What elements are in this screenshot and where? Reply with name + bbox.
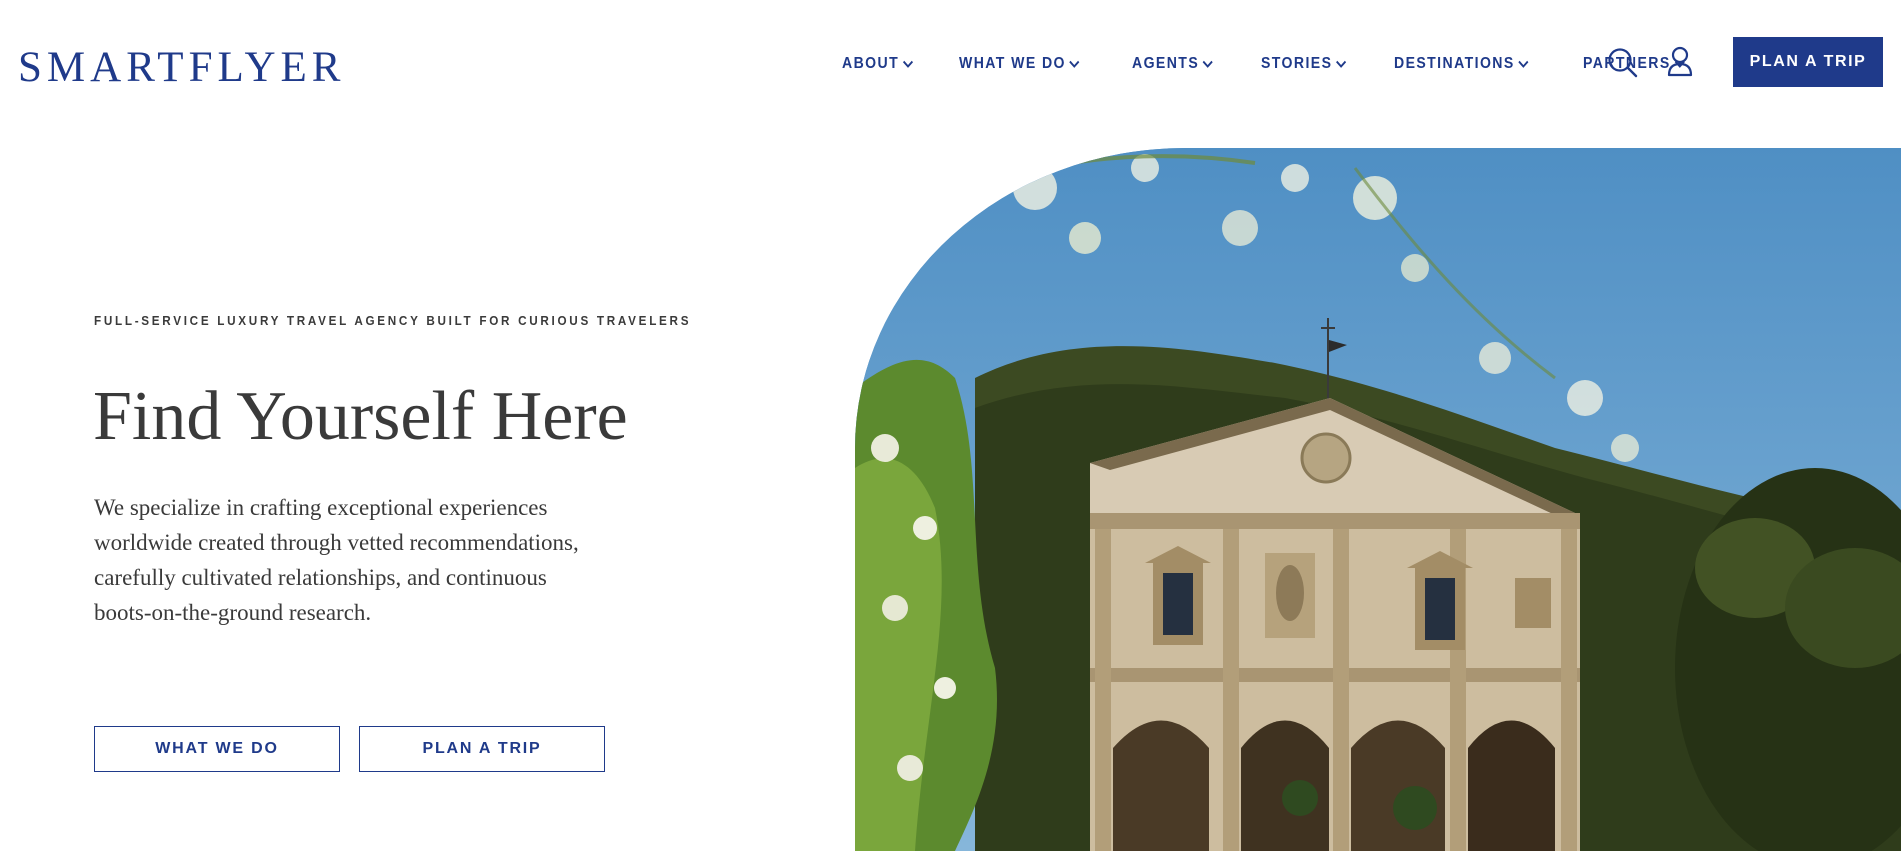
plan-a-trip-button[interactable]: PLAN A TRIP (1733, 37, 1883, 87)
main-nav: ABOUT WHAT WE DO AGENTS STORIES DESTINAT… (842, 55, 1735, 73)
nav-item-about[interactable]: ABOUT (842, 55, 913, 73)
hero-eyebrow: FULL-SERVICE LUXURY TRAVEL AGENCY BUILT … (94, 313, 692, 328)
nav-item-what-we-do[interactable]: WHAT WE DO (959, 55, 1080, 73)
chevron-down-icon (1069, 60, 1080, 68)
logo[interactable]: SMARTFLYER (18, 46, 345, 89)
nav-item-label: ABOUT (842, 55, 900, 72)
site-header: SMARTFLYER ABOUT WHAT WE DO AGENTS STORI… (0, 0, 1901, 125)
search-icon[interactable] (1607, 47, 1639, 84)
chevron-down-icon (1335, 60, 1347, 68)
nav-item-stories[interactable]: STORIES (1261, 55, 1346, 73)
user-icon[interactable] (1666, 46, 1694, 83)
hero-description: We specialize in crafting exceptional ex… (94, 495, 579, 625)
hero-title: Find Yourself Here (93, 378, 628, 455)
nav-item-agents[interactable]: AGENTS (1132, 55, 1214, 73)
villa-illustration (855, 148, 1901, 851)
plan-a-trip-secondary-button[interactable]: PLAN A TRIP (359, 726, 605, 772)
hero-image (855, 148, 1901, 851)
nav-item-destinations[interactable]: DESTINATIONS (1394, 55, 1529, 73)
nav-item-label: STORIES (1260, 55, 1333, 72)
what-we-do-button[interactable]: WHAT WE DO (94, 726, 340, 772)
nav-item-label: WHAT WE DO (958, 55, 1066, 72)
chevron-down-icon (1518, 60, 1529, 68)
nav-item-label: AGENTS (1132, 55, 1200, 72)
chevron-down-icon (902, 60, 914, 68)
nav-item-label: DESTINATIONS (1393, 55, 1515, 72)
chevron-down-icon (1203, 60, 1214, 68)
